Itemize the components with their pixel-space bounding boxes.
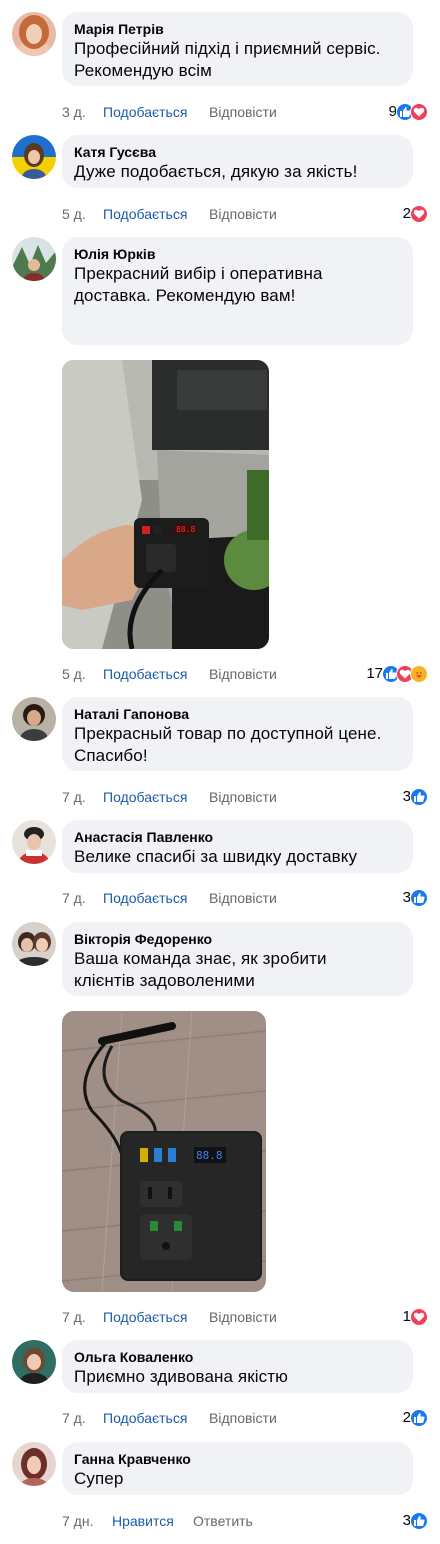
comment-text-line: Професійний підхід і приємний сервіс. — [74, 39, 381, 58]
comment-text-line: Ваша команда знає, як зробити — [74, 949, 327, 968]
comment-actions: 7 д. Подобається Відповісти 3 — [62, 888, 430, 908]
author-name[interactable]: Марія Петрів — [74, 20, 401, 38]
avatar[interactable] — [12, 820, 56, 864]
timestamp[interactable]: 7 д. — [62, 888, 86, 908]
reply-button[interactable]: Відповісти — [209, 787, 277, 807]
comment-text-line: Рекомендую всім — [74, 61, 212, 80]
author-name[interactable]: Катя Гусєва — [74, 143, 401, 161]
like-button[interactable]: Подобається — [103, 1408, 187, 1428]
author-name[interactable]: Вікторія Федоренко — [74, 930, 401, 948]
author-name[interactable]: Ольга Коваленко — [74, 1348, 401, 1366]
comment-text-line: Спасибо! — [74, 746, 148, 765]
like-button[interactable]: Подобається — [103, 1307, 187, 1327]
comment-text-line: Велике спасибі за швидку доставку — [74, 847, 358, 866]
timestamp[interactable]: 7 д. — [62, 787, 86, 807]
timestamp[interactable]: 5 д. — [62, 664, 86, 684]
comment-bubble: Вікторія Федоренко Ваша команда знає, як… — [62, 922, 413, 996]
timestamp[interactable]: 7 дн. — [62, 1511, 93, 1531]
reactions-summary[interactable]: 17 — [366, 664, 428, 684]
avatar[interactable] — [12, 697, 56, 741]
like-icon — [410, 1409, 428, 1427]
reactions-summary[interactable]: 3 — [403, 1511, 428, 1531]
reply-button[interactable]: Відповісти — [209, 1307, 277, 1327]
love-icon — [410, 205, 428, 223]
like-button[interactable]: Подобається — [103, 787, 187, 807]
comment-photo[interactable]: 88.8 — [62, 1011, 266, 1292]
comment-photo[interactable]: 88.8 — [62, 360, 269, 649]
comment-text-line: доставка. Рекомендую вам! — [74, 286, 296, 305]
comment-bubble: Ольга Коваленко Приємно здивована якістю — [62, 1340, 413, 1393]
reply-button[interactable]: Відповісти — [209, 664, 277, 684]
reply-button[interactable]: Відповісти — [209, 1408, 277, 1428]
reactions-summary[interactable]: 3 — [403, 787, 428, 807]
reply-button[interactable]: Відповісти — [209, 204, 277, 224]
reactions-summary[interactable]: 9 — [389, 102, 428, 122]
like-icon — [410, 1512, 428, 1530]
avatar[interactable] — [12, 12, 56, 56]
like-icon — [410, 788, 428, 806]
comment-actions: 3 д. Подобається Відповісти 9 — [62, 102, 430, 122]
voltage-display: 88.8 — [196, 1149, 223, 1162]
reactions-summary[interactable]: 1 — [403, 1307, 428, 1327]
care-icon — [410, 665, 428, 683]
comment-text-line: клієнтів задоволеними — [74, 971, 255, 990]
like-button[interactable]: Подобається — [103, 204, 187, 224]
timestamp[interactable]: 7 д. — [62, 1307, 86, 1327]
comment-actions: 7 дн. Нравится Ответить 3 — [62, 1511, 430, 1531]
author-name[interactable]: Наталі Гапонова — [74, 705, 401, 723]
comment-text-line: Прекрасний вибір і оперативна — [74, 264, 323, 283]
comment-bubble: Наталі Гапонова Прекрасный товар по дост… — [62, 697, 413, 771]
reply-button[interactable]: Відповісти — [209, 888, 277, 908]
reactions-summary[interactable]: 3 — [403, 888, 428, 908]
like-button[interactable]: Подобається — [103, 888, 187, 908]
like-button[interactable]: Подобається — [103, 102, 187, 122]
love-icon — [410, 103, 428, 121]
like-icon — [410, 889, 428, 907]
comment-text-line: Прекрасный товар по доступной цене. — [74, 724, 382, 743]
timestamp[interactable]: 3 д. — [62, 102, 86, 122]
author-name[interactable]: Ганна Кравченко — [74, 1450, 401, 1468]
author-name[interactable]: Анастасія Павленко — [74, 828, 401, 846]
author-name[interactable]: Юлія Юрків — [74, 245, 401, 263]
comment-actions: 7 д. Подобається Відповісти 1 — [62, 1307, 430, 1327]
reaction-count: 17 — [366, 665, 383, 682]
reply-button[interactable]: Ответить — [193, 1511, 253, 1531]
avatar[interactable] — [12, 135, 56, 179]
comment-actions: 7 д. Подобається Відповісти 2 — [62, 1408, 430, 1428]
reply-button[interactable]: Відповісти — [209, 102, 277, 122]
reactions-summary[interactable]: 2 — [403, 204, 428, 224]
comment-actions: 5 д. Подобається Відповісти 2 — [62, 204, 430, 224]
avatar[interactable] — [12, 237, 56, 281]
timestamp[interactable]: 5 д. — [62, 204, 86, 224]
comment-text-line: Приємно здивована якістю — [74, 1367, 288, 1386]
like-button[interactable]: Подобається — [103, 664, 187, 684]
comment-bubble: Ганна Кравченко Супер — [62, 1442, 413, 1495]
comment-actions: 5 д. Подобається Відповісти 17 — [62, 664, 430, 684]
love-icon — [410, 1308, 428, 1326]
reactions-summary[interactable]: 2 — [403, 1408, 428, 1428]
like-button[interactable]: Нравится — [112, 1511, 174, 1531]
timestamp[interactable]: 7 д. — [62, 1408, 86, 1428]
comment-bubble: Катя Гусєва Дуже подобається, дякую за я… — [62, 135, 413, 188]
comment-text-line: Супер — [74, 1469, 124, 1488]
avatar[interactable] — [12, 1340, 56, 1384]
avatar[interactable] — [12, 922, 56, 966]
comment-bubble: Анастасія Павленко Велике спасибі за шви… — [62, 820, 413, 873]
comment-bubble: Юлія Юрків Прекрасний вибір і оперативна… — [62, 237, 413, 345]
comment-actions: 7 д. Подобається Відповісти 3 — [62, 787, 430, 807]
avatar[interactable] — [12, 1442, 56, 1486]
comment-text-line: Дуже подобається, дякую за якість! — [74, 162, 358, 181]
comment-bubble: Марія Петрів Професійний підхід і приємн… — [62, 12, 413, 86]
voltage-display: 88.8 — [176, 525, 195, 534]
